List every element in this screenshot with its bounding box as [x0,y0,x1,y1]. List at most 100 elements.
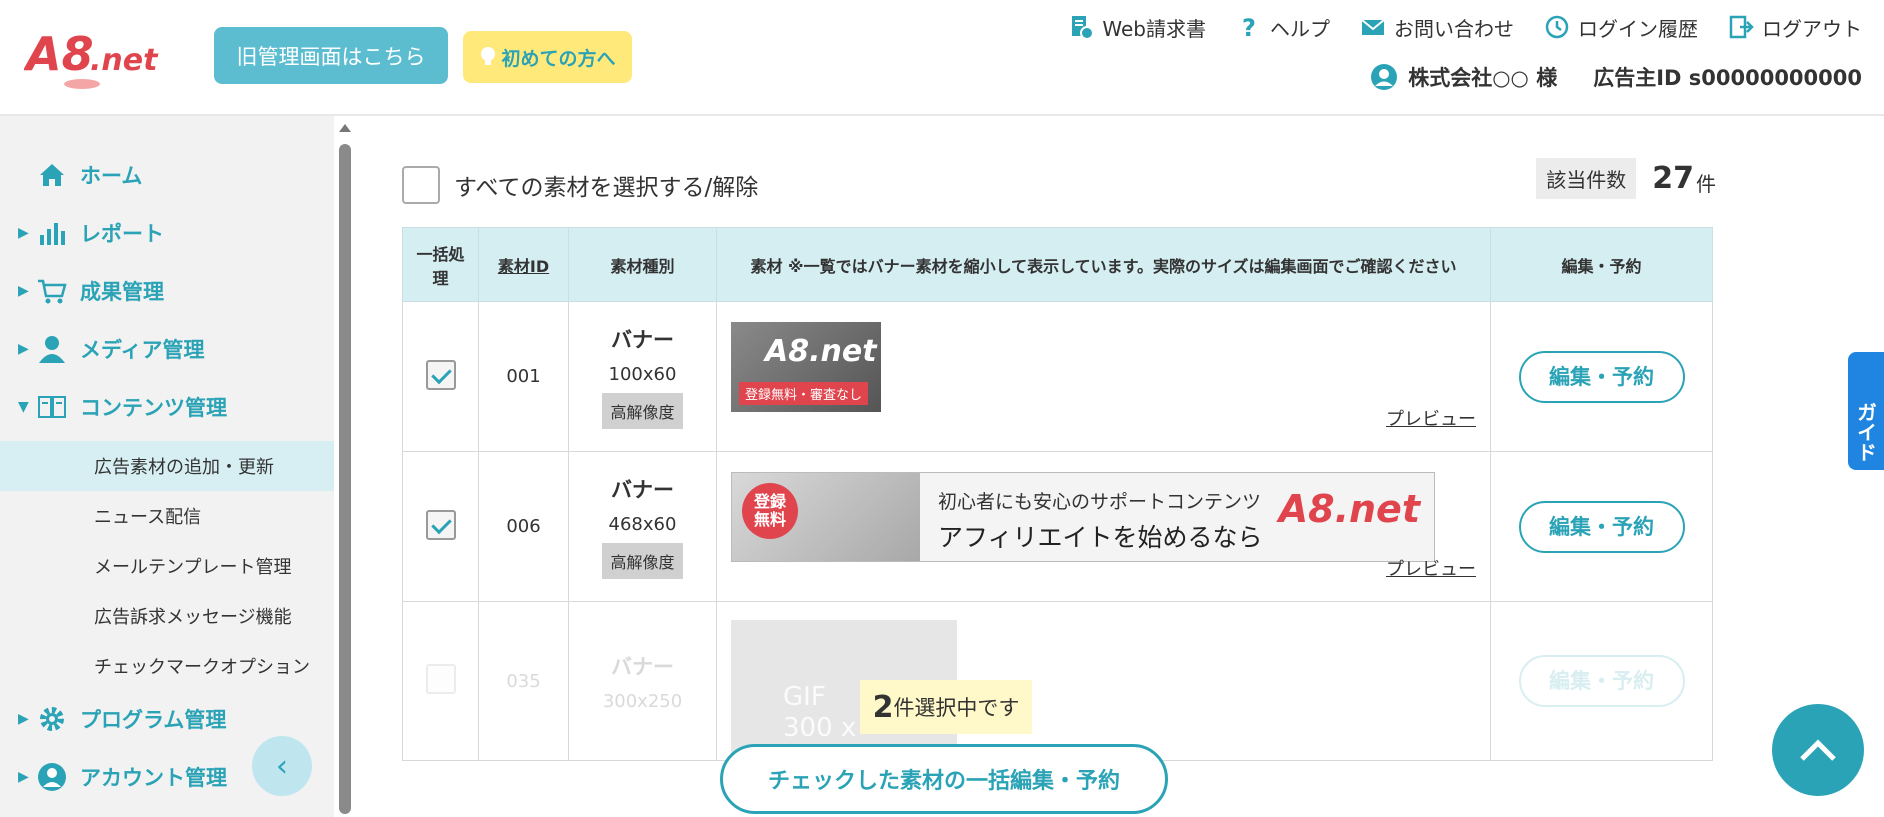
banner-image: A8.net 登録無料・審査なし [731,321,881,412]
nav-login-history[interactable]: ログイン履歴 [1544,13,1698,42]
banner-image: 登録 無料 初心者にも安心のサポートコンテンツ アフィリエイトを始めるなら A8… [731,471,1435,562]
scroll-to-top-button[interactable] [1772,704,1864,796]
row-type-cell: バナー 300x250 [568,601,717,761]
expand-arrow-icon: ▶ [18,711,29,727]
row-material-cell: GIF 300 x [716,601,1491,761]
nav-logout[interactable]: ログアウト [1728,13,1862,42]
top-nav: Web請求書 ? ヘルプ お問い合わせ ログイン履歴 ログアウト [1068,10,1862,44]
book-icon [38,396,66,418]
sidebar-item-home-label: ホーム [80,164,143,188]
guide-tab[interactable]: ガイド [1848,352,1884,470]
first-time-button[interactable]: 初めての方へ [463,31,632,83]
a8net-logo[interactable]: A8 .net [23,18,184,96]
scroll-up-arrow-icon[interactable] [339,124,351,132]
sidebar-item-media-label: メディア管理 [80,338,205,362]
header-type: 素材種別 [568,227,717,302]
banner-logo: A8.net [1278,486,1420,531]
cart-icon [38,279,67,304]
sidebar-item-contents-label: コンテンツ管理 [80,396,227,420]
history-icon [1545,15,1569,39]
row-checkbox[interactable] [425,664,456,694]
row-checkbox[interactable] [425,359,456,390]
row-type: バナー [611,478,674,502]
header-id[interactable]: 素材ID [478,227,569,302]
bulk-edit-button[interactable]: チェックした素材の一括編集・予約 [720,744,1168,814]
mail-icon [1361,19,1385,35]
chevron-left-icon: ‹ [276,748,288,784]
header-id-label: 素材ID [497,256,550,276]
header: A8 .net 旧管理画面はこちら 初めての方へ Web請求書 ? ヘルプ お問… [0,0,1884,116]
scrollbar-thumb[interactable] [339,144,351,814]
select-all-checkbox[interactable] [402,166,440,204]
nav-web-invoice-label: Web請求書 [1102,16,1206,41]
sidebar-item-results[interactable]: ▶ 成果管理 [0,266,334,316]
sidebar-subitem-mail-template[interactable]: メールテンプレート管理 [0,541,334,591]
row-checkbox[interactable] [425,509,456,540]
sidebar-item-contents[interactable]: ▼ コンテンツ管理 [0,382,334,432]
banner-logo: A8.net [765,333,877,369]
free-badge: 登録 無料 [742,482,798,539]
svg-text:A8: A8 [24,27,94,81]
badge-line-2: 無料 [753,509,786,529]
row-type-cell: バナー 468x60 高解像度 [568,451,717,602]
row-id: 001 [478,301,569,452]
guide-tab-label: ガイド [1853,402,1878,462]
row-type: バナー [611,654,674,679]
hires-badge: 高解像度 [602,393,683,429]
sidebar-item-report[interactable]: ▶ レポート [0,208,334,258]
row-select-cell [402,451,479,602]
nav-web-invoice[interactable]: Web請求書 [1068,13,1206,42]
row-id: 035 [478,601,569,761]
help-icon: ? [1242,14,1256,40]
sidebar-subitem-checkmark[interactable]: チェックマークオプション [0,641,334,691]
row-material-cell: 登録 無料 初心者にも安心のサポートコンテンツ アフィリエイトを始めるなら A8… [716,451,1491,602]
advertiser-id: 広告主ID s00000000000 [1593,66,1862,90]
badge-line-1: 登録 [753,491,786,511]
edit-reserve-button[interactable]: 編集・予約 [1518,655,1685,707]
account-icon [38,763,66,791]
sidebar-subitem-ad-materials[interactable]: 広告素材の追加・更新 [0,441,334,491]
sidebar: ホーム ▶ レポート ▶ 成果管理 ▶ メディア管理 ▼ コンテンツ管理 広告素… [0,116,334,817]
hires-badge: 高解像度 [602,543,683,579]
row-type: バナー [611,328,674,352]
sidebar-item-report-label: レポート [80,222,164,246]
edit-reserve-button[interactable]: 編集・予約 [1518,500,1685,553]
sidebar-scrollbar[interactable] [336,116,354,817]
preview-link[interactable]: プレビュー [1386,405,1476,431]
sidebar-item-home[interactable]: ホーム [0,150,334,200]
svg-text:.net: .net [90,43,159,78]
row-edit-cell: 編集・予約 [1490,451,1713,602]
nav-contact-label: お問い合わせ [1394,16,1514,41]
row-type-cell: バナー 100x60 高解像度 [568,301,717,452]
edit-reserve-button[interactable]: 編集・予約 [1518,350,1685,403]
table-row: 006 バナー 468x60 高解像度 登録 無料 初心者にも安心のサポートコン… [402,451,1713,602]
collapse-arrow-icon: ▼ [18,399,29,415]
sidebar-subitem-ad-message[interactable]: 広告訴求メッセージ機能 [0,591,334,641]
materials-table: 一括処理 素材ID 素材種別 素材 ※一覧ではバナー素材を縮小して表示しています… [402,227,1713,761]
selection-count-toast: 2 件選択中です [860,680,1032,734]
row-size: 100x60 [608,364,677,385]
header-bulk: 一括処理 [402,227,479,302]
preview-link[interactable]: プレビュー [1386,555,1476,581]
user-avatar-icon [1371,64,1398,90]
row-size: 468x60 [608,514,677,535]
nav-logout-label: ログアウト [1762,16,1862,41]
svg-text:?: ? [1242,14,1256,40]
expand-arrow-icon: ▶ [18,769,29,785]
old-admin-button[interactable]: 旧管理画面はこちら [214,27,448,84]
nav-contact[interactable]: お問い合わせ [1360,13,1514,42]
header-edit: 編集・予約 [1490,227,1713,302]
select-all-toggle[interactable]: すべての素材を選択する/解除 [402,166,758,204]
expand-arrow-icon: ▶ [18,341,29,357]
count-unit: 件 [1696,172,1716,196]
expand-arrow-icon: ▶ [18,225,29,241]
sidebar-item-results-label: 成果管理 [80,280,164,304]
sidebar-subitem-news[interactable]: ニュース配信 [0,491,334,541]
sidebar-collapse-button[interactable]: ‹ [252,736,312,796]
banner-tag: 登録無料・審査なし [739,381,869,405]
table-row: 035 バナー 300x250 GIF 300 x 編集・予約 [402,601,1713,761]
sidebar-item-media[interactable]: ▶ メディア管理 [0,324,334,374]
count-value: 27 [1652,161,1694,196]
nav-help[interactable]: ? ヘルプ [1236,13,1330,42]
banner-text-2: アフィリエイトを始めるなら [938,522,1263,552]
